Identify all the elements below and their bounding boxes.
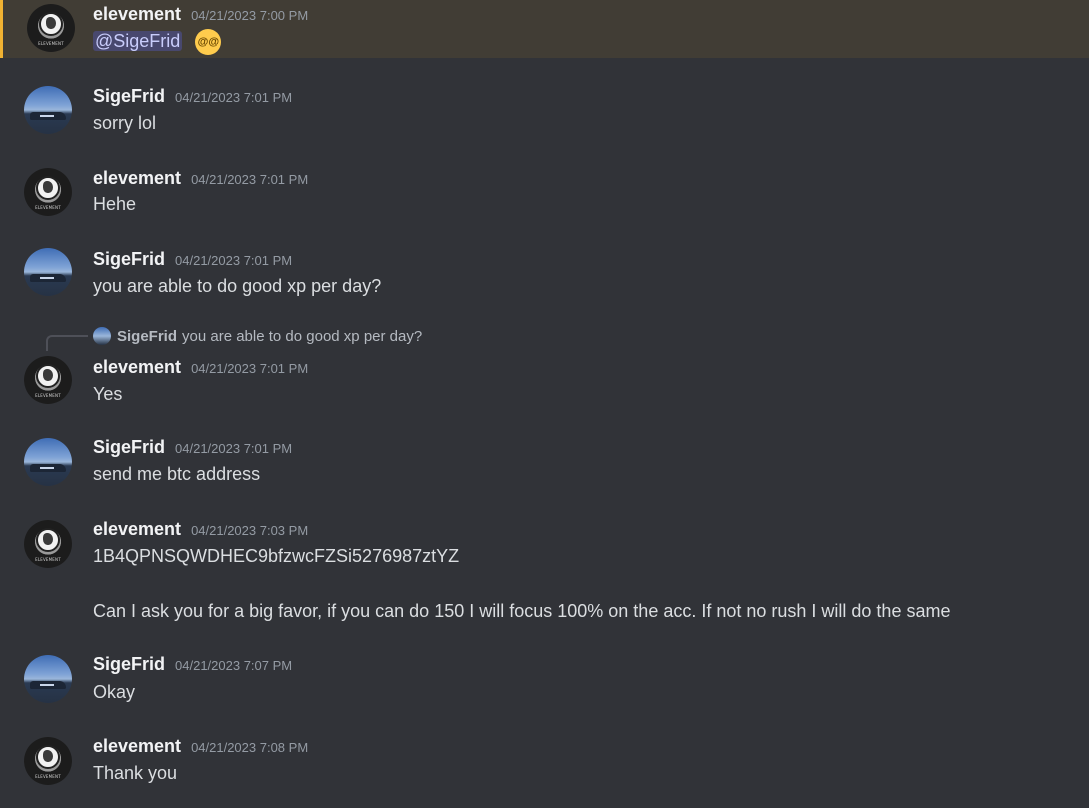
message-mentioned: ELEVEMENT elevement 04/21/2023 7:00 PM @… — [0, 0, 1089, 58]
timestamp[interactable]: 04/21/2023 7:07 PM — [175, 658, 292, 673]
message: SigeFrid 04/21/2023 7:07 PM Okay — [0, 653, 1089, 713]
avatar[interactable] — [24, 438, 72, 486]
author-name[interactable]: elevement — [93, 357, 181, 378]
message-text: 1B4QPNSQWDHEC9bfzwcFZSi5276987ztYZ — [93, 546, 460, 566]
globe-logo-icon — [36, 176, 60, 200]
message-text: send me btc address — [93, 464, 261, 484]
globe-logo-icon — [39, 12, 63, 36]
globe-logo-icon — [36, 745, 60, 769]
message: ELEVEMENT elevement 04/21/2023 7:01 PM H… — [0, 164, 1089, 224]
timestamp[interactable]: 04/21/2023 7:01 PM — [191, 361, 308, 376]
author-name[interactable]: SigeFrid — [93, 654, 165, 675]
dizzy-face-emoji-icon[interactable]: @@ — [195, 29, 222, 55]
message-text: Yes — [93, 384, 123, 404]
timestamp[interactable]: 04/21/2023 7:01 PM — [175, 253, 292, 268]
timestamp[interactable]: 04/21/2023 7:01 PM — [175, 90, 292, 105]
timestamp[interactable]: 04/21/2023 7:00 PM — [191, 8, 308, 23]
message-text: Thank you — [93, 763, 178, 783]
message: SigeFrid 04/21/2023 7:01 PM you are able… — [0, 245, 1089, 305]
car-icon — [30, 464, 66, 472]
message-reply: SigeFrid you are able to do good xp per … — [0, 326, 1089, 410]
message-text: Okay — [93, 682, 136, 702]
avatar[interactable]: ELEVEMENT — [24, 168, 72, 216]
timestamp[interactable]: 04/21/2023 7:03 PM — [191, 523, 308, 538]
timestamp[interactable]: 04/21/2023 7:01 PM — [175, 441, 292, 456]
avatar-caption: ELEVEMENT — [35, 774, 61, 779]
reply-author[interactable]: SigeFrid — [117, 328, 177, 345]
message-text: Hehe — [93, 194, 137, 214]
avatar[interactable]: ELEVEMENT — [27, 4, 75, 52]
car-icon — [30, 274, 66, 282]
timestamp[interactable]: 04/21/2023 7:01 PM — [191, 172, 308, 187]
avatar-caption: ELEVEMENT — [35, 557, 61, 562]
author-name[interactable]: elevement — [93, 168, 181, 189]
reply-spine — [46, 335, 88, 351]
avatar-caption: ELEVEMENT — [35, 205, 61, 210]
user-mention[interactable]: @SigeFrid — [93, 30, 183, 51]
avatar[interactable] — [24, 248, 72, 296]
author-name[interactable]: elevement — [93, 519, 181, 540]
avatar[interactable] — [24, 655, 72, 703]
avatar[interactable]: ELEVEMENT — [24, 737, 72, 785]
message-text: Can I ask you for a big favor, if you ca… — [93, 601, 951, 621]
reply-avatar — [93, 327, 111, 345]
avatar[interactable]: ELEVEMENT — [24, 520, 72, 568]
message: ELEVEMENT elevement 04/21/2023 7:08 PM T… — [0, 735, 1089, 808]
message-text: sorry lol — [93, 113, 157, 133]
globe-logo-icon — [36, 528, 60, 552]
author-name[interactable]: SigeFrid — [93, 437, 165, 458]
avatar-caption: ELEVEMENT — [38, 41, 64, 46]
message: SigeFrid 04/21/2023 7:01 PM send me btc … — [0, 436, 1089, 496]
reply-text[interactable]: you are able to do good xp per day? — [182, 328, 422, 345]
message: SigeFrid 04/21/2023 7:01 PM sorry lol — [0, 82, 1089, 142]
author-name[interactable]: SigeFrid — [93, 249, 165, 270]
message: ELEVEMENT elevement 04/21/2023 7:03 PM 1… — [0, 518, 1089, 628]
avatar[interactable] — [24, 86, 72, 134]
author-name[interactable]: elevement — [93, 4, 181, 25]
timestamp[interactable]: 04/21/2023 7:08 PM — [191, 740, 308, 755]
avatar-caption: ELEVEMENT — [35, 393, 61, 398]
message-text: you are able to do good xp per day? — [93, 276, 382, 296]
avatar[interactable]: ELEVEMENT — [24, 356, 72, 404]
reply-preview[interactable]: SigeFrid you are able to do good xp per … — [93, 326, 422, 346]
author-name[interactable]: elevement — [93, 736, 181, 757]
car-icon — [30, 112, 66, 120]
author-name[interactable]: SigeFrid — [93, 86, 165, 107]
car-icon — [30, 681, 66, 689]
globe-logo-icon — [36, 364, 60, 388]
